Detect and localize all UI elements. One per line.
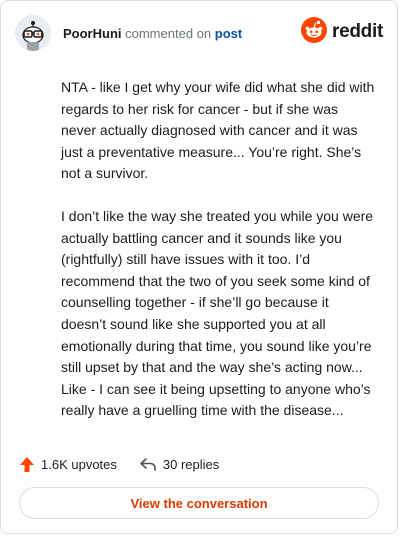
reply-stat[interactable]: 30 replies — [139, 456, 219, 472]
upvote-stat[interactable]: 1.6K upvotes — [19, 456, 117, 473]
comment-paragraph-1: NTA - like I get why your wife did what … — [61, 79, 375, 182]
reddit-brand[interactable]: reddit — [301, 16, 383, 48]
comment-header: PoorHuni commented on post reddit — [15, 15, 383, 53]
username-link[interactable]: PoorHuni — [63, 26, 122, 41]
comment-card: PoorHuni commented on post reddit NTA - … — [0, 0, 398, 534]
reply-arrow-icon — [139, 456, 157, 472]
upvote-count: 1.6K upvotes — [41, 456, 117, 472]
comment-meta: PoorHuni commented on post — [63, 26, 242, 41]
action-text: commented on — [125, 26, 212, 41]
brand-wordmark: reddit — [332, 21, 383, 42]
comment-body: NTA - like I get why your wife did what … — [61, 77, 375, 443]
view-conversation-button[interactable]: View the conversation — [19, 487, 379, 519]
comment-stats: 1.6K upvotes 30 replies — [19, 453, 241, 475]
comment-paragraph-2: I don’t like the way she treated you whi… — [61, 207, 374, 419]
upvote-arrow-icon — [19, 456, 35, 473]
snoo-avatar-icon[interactable] — [15, 15, 51, 51]
reply-count: 30 replies — [162, 456, 220, 472]
post-link[interactable]: post — [215, 26, 242, 41]
reddit-logo-icon — [301, 16, 328, 48]
